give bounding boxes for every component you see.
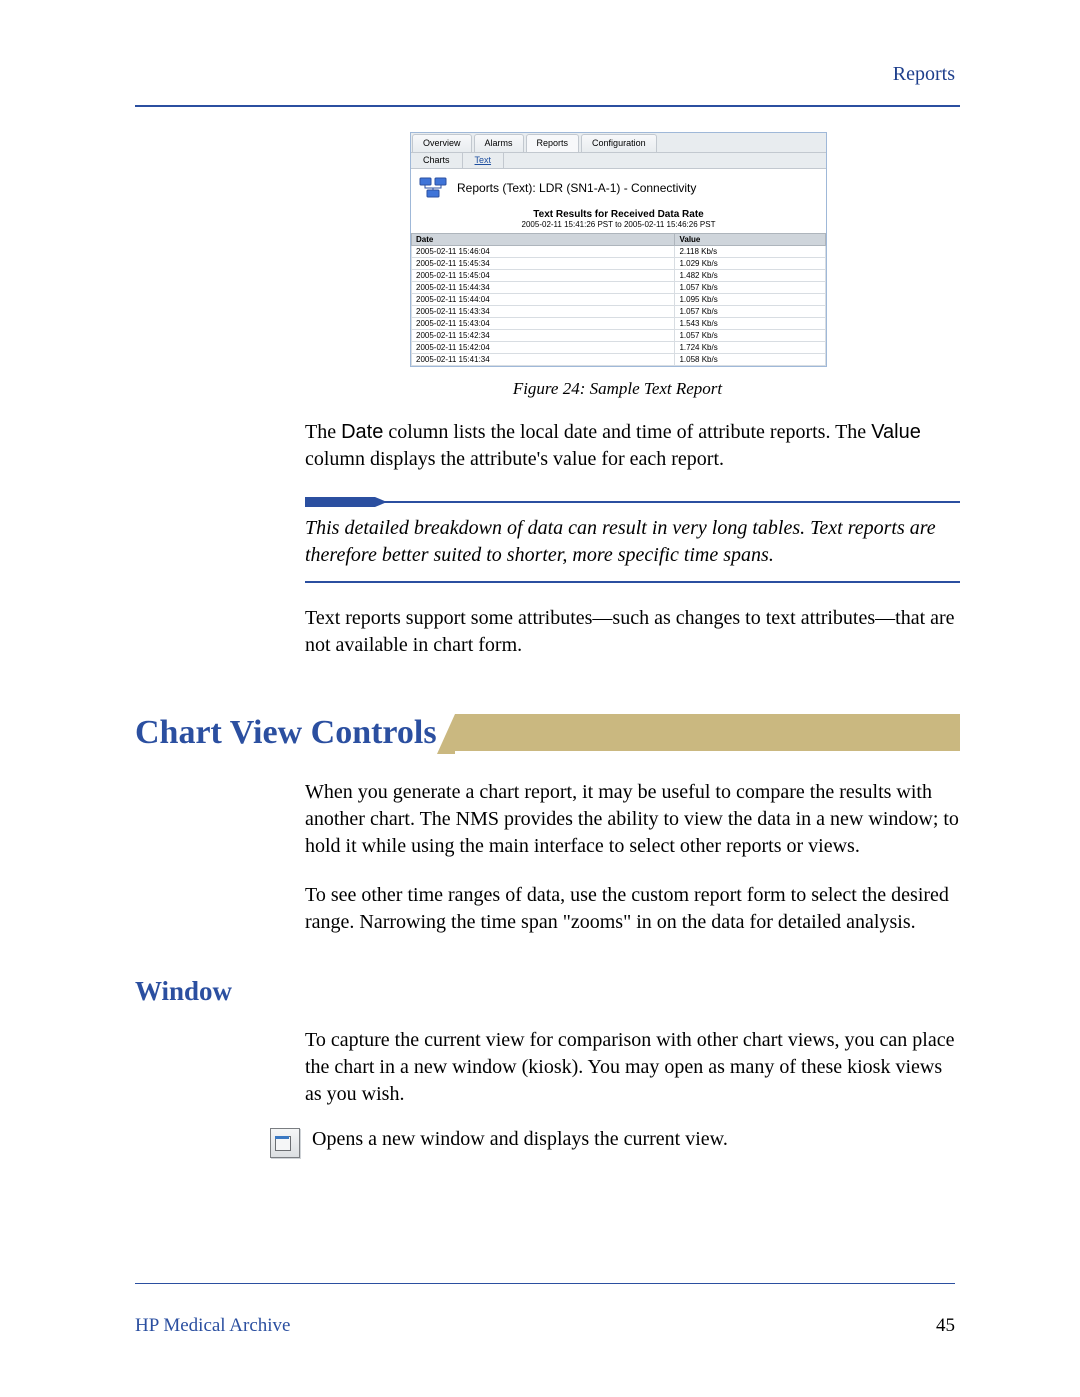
window-icon-row: Opens a new window and displays the curr… <box>270 1128 960 1158</box>
page: Reports Overview Alarms Reports Configur… <box>0 0 1080 1397</box>
connectivity-icon <box>419 177 447 199</box>
text: column displays the attribute's value fo… <box>305 448 724 470</box>
table-row: 2005-02-11 15:41:341.058 Kb/s <box>412 354 826 366</box>
figure-result-range: 2005-02-11 15:41:26 PST to 2005-02-11 15… <box>411 220 826 229</box>
note-accent-bar <box>305 497 375 507</box>
paragraph-date-value: The Date column lists the local date and… <box>305 419 960 473</box>
text: column lists the local date and time of … <box>383 421 871 443</box>
paragraph-compare: When you generate a chart report, it may… <box>305 779 960 860</box>
figure-data-table: Date Value 2005-02-11 15:46:042.118 Kb/s… <box>411 233 826 366</box>
paragraph-window: To capture the current view for comparis… <box>305 1027 960 1108</box>
table-cell: 2005-02-11 15:41:34 <box>412 354 675 366</box>
heading-accent-block <box>455 714 490 751</box>
table-cell: 2005-02-11 15:42:04 <box>412 342 675 354</box>
tab-overview[interactable]: Overview <box>412 134 472 152</box>
table-cell: 2005-02-11 15:43:34 <box>412 306 675 318</box>
figure-tabs: Overview Alarms Reports Configuration <box>411 133 826 153</box>
figure-subtabs: Charts Text <box>411 153 826 169</box>
table-cell: 1.058 Kb/s <box>675 354 826 366</box>
sample-text-report-figure: Overview Alarms Reports Configuration Ch… <box>410 132 827 367</box>
table-row: 2005-02-11 15:44:341.057 Kb/s <box>412 282 826 294</box>
date-term: Date <box>341 421 383 443</box>
table-row: 2005-02-11 15:45:341.029 Kb/s <box>412 258 826 270</box>
table-row: 2005-02-11 15:44:041.095 Kb/s <box>412 294 826 306</box>
footer-product: HP Medical Archive <box>135 1315 290 1337</box>
footer-rule <box>135 1283 955 1284</box>
table-cell: 1.543 Kb/s <box>675 318 826 330</box>
figure-panel-header: Reports (Text): LDR (SN1-A-1) - Connecti… <box>411 169 826 205</box>
new-window-icon[interactable] <box>270 1128 300 1158</box>
note-block: This detailed breakdown of data can resu… <box>305 501 960 583</box>
subheading-window: Window <box>135 976 960 1007</box>
footer-page-number: 45 <box>936 1315 955 1337</box>
col-value: Value <box>675 234 826 246</box>
paragraph-time-ranges: To see other time ranges of data, use th… <box>305 882 960 936</box>
tab-configuration[interactable]: Configuration <box>581 134 657 152</box>
table-row: 2005-02-11 15:42:041.724 Kb/s <box>412 342 826 354</box>
table-cell: 1.724 Kb/s <box>675 342 826 354</box>
table-row: 2005-02-11 15:42:341.057 Kb/s <box>412 330 826 342</box>
table-cell: 2.118 Kb/s <box>675 246 826 258</box>
table-cell: 1.057 Kb/s <box>675 282 826 294</box>
header-section-link[interactable]: Reports <box>893 63 955 86</box>
table-cell: 1.057 Kb/s <box>675 330 826 342</box>
subtab-text[interactable]: Text <box>463 153 505 168</box>
subtab-charts[interactable]: Charts <box>411 153 463 168</box>
figure-panel-title: Reports (Text): LDR (SN1-A-1) - Connecti… <box>457 181 696 195</box>
table-row: 2005-02-11 15:43:041.543 Kb/s <box>412 318 826 330</box>
table-cell: 1.095 Kb/s <box>675 294 826 306</box>
table-cell: 1.057 Kb/s <box>675 306 826 318</box>
figure-result-title: Text Results for Received Data Rate <box>411 209 826 220</box>
table-cell: 1.029 Kb/s <box>675 258 826 270</box>
section-heading-row: Chart View Controls <box>135 714 960 751</box>
table-cell: 2005-02-11 15:42:34 <box>412 330 675 342</box>
value-term: Value <box>871 421 921 443</box>
table-cell: 2005-02-11 15:44:04 <box>412 294 675 306</box>
paragraph-text-reports-attrs: Text reports support some attributes—suc… <box>305 605 960 659</box>
note-text: This detailed breakdown of data can resu… <box>305 515 960 569</box>
figure-caption: Figure 24: Sample Text Report <box>410 379 825 399</box>
tab-reports[interactable]: Reports <box>526 134 580 152</box>
table-cell: 2005-02-11 15:45:34 <box>412 258 675 270</box>
table-cell: 2005-02-11 15:46:04 <box>412 246 675 258</box>
section-title: Chart View Controls <box>135 714 455 751</box>
window-icon-description: Opens a new window and displays the curr… <box>312 1128 728 1151</box>
table-cell: 1.482 Kb/s <box>675 270 826 282</box>
table-row: 2005-02-11 15:45:041.482 Kb/s <box>412 270 826 282</box>
heading-accent-bar <box>490 714 960 751</box>
col-date: Date <box>412 234 675 246</box>
table-row: 2005-02-11 15:46:042.118 Kb/s <box>412 246 826 258</box>
table-cell: 2005-02-11 15:43:04 <box>412 318 675 330</box>
table-cell: 2005-02-11 15:44:34 <box>412 282 675 294</box>
tab-alarms[interactable]: Alarms <box>474 134 524 152</box>
note-accent-triangle <box>375 497 387 507</box>
text: The <box>305 421 341 443</box>
table-row: 2005-02-11 15:43:341.057 Kb/s <box>412 306 826 318</box>
table-cell: 2005-02-11 15:45:04 <box>412 270 675 282</box>
top-rule <box>135 105 960 107</box>
